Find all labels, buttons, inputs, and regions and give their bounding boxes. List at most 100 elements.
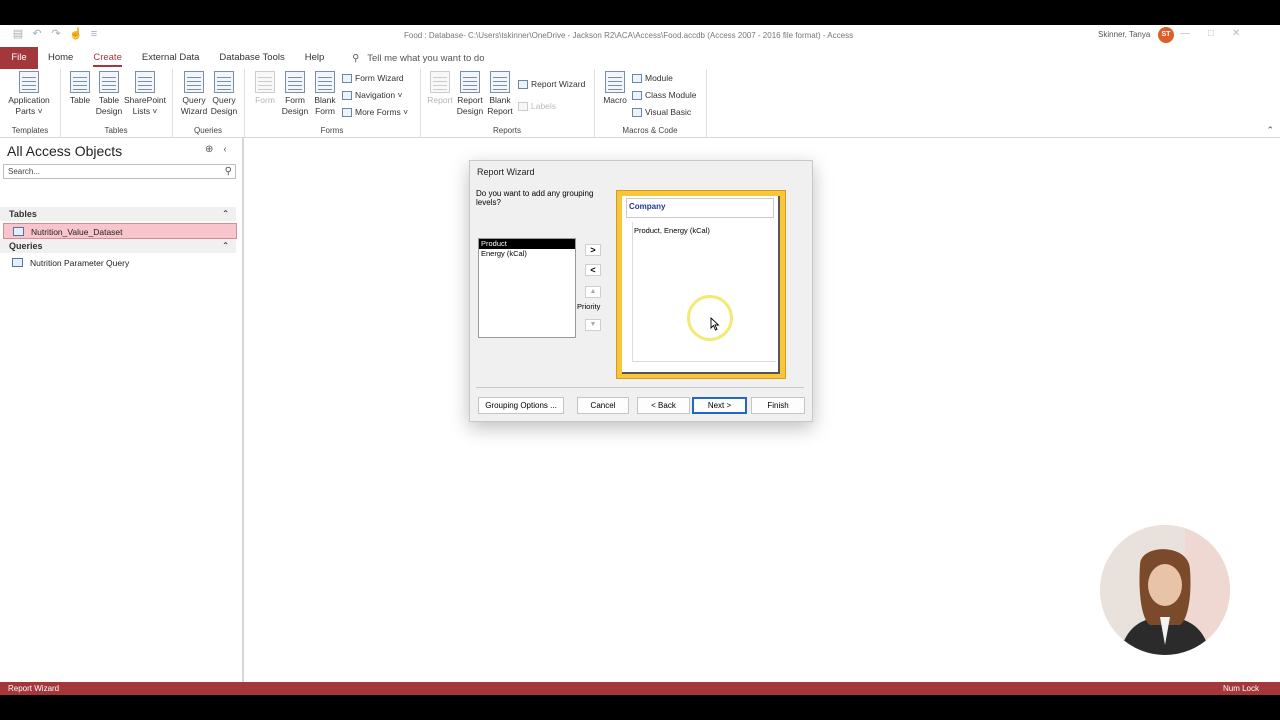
table-design-button[interactable]: Table Design xyxy=(92,71,126,117)
form-button[interactable]: Form xyxy=(248,71,282,106)
group-tables: Table Table Design SharePoint Lists ˅ Ta… xyxy=(60,69,173,137)
priority-label: Priority xyxy=(577,302,601,311)
nav-item-nutrition-parameter-query[interactable]: Nutrition Parameter Query xyxy=(3,255,237,271)
num-lock-indicator: Num Lock xyxy=(1222,684,1259,693)
query-design-icon xyxy=(214,71,234,93)
priority-down-button[interactable]: ▼ xyxy=(585,319,601,331)
nav-item-nutrition-value-dataset[interactable]: Nutrition_Value_Dataset xyxy=(3,223,237,239)
report-design-icon xyxy=(460,71,480,93)
search-icon[interactable]: ⚲ xyxy=(225,165,232,178)
finish-button[interactable]: Finish xyxy=(751,397,805,414)
navigation-button[interactable]: Navigation ˅ xyxy=(342,90,403,100)
report-button[interactable]: Report xyxy=(423,71,457,106)
mouse-pointer-icon xyxy=(710,317,720,331)
cancel-button[interactable]: Cancel xyxy=(577,397,629,414)
list-item[interactable]: Product xyxy=(479,239,575,249)
webcam-overlay xyxy=(1100,525,1230,655)
tab-external-data[interactable]: External Data xyxy=(132,47,210,69)
navigation-icon xyxy=(342,90,352,100)
report-design-button[interactable]: Report Design xyxy=(453,71,487,117)
report-wizard-icon xyxy=(518,79,528,89)
sharepoint-lists-icon xyxy=(135,71,155,93)
table-icon xyxy=(13,227,24,236)
available-fields-list[interactable]: Product Energy (kCal) xyxy=(478,238,576,338)
user-name[interactable]: Skinner, Tanya xyxy=(1098,30,1150,39)
navigation-pane: All Access Objects ⊕ ‹ Search... ⚲ Table… xyxy=(0,138,244,695)
presenter-video-image xyxy=(1100,525,1230,655)
group-queries: Query Wizard Query Design Queries xyxy=(172,69,245,137)
labels-icon xyxy=(518,101,528,111)
query-icon xyxy=(12,258,23,267)
tab-database-tools[interactable]: Database Tools xyxy=(209,47,294,69)
nav-section-tables[interactable]: Tables ⌃ xyxy=(0,207,236,221)
application-parts-button[interactable]: Application Parts ˅ xyxy=(7,71,51,117)
tab-home[interactable]: Home xyxy=(38,47,83,69)
grouping-question: Do you want to add any grouping levels? xyxy=(476,189,594,207)
status-text: Report Wizard xyxy=(8,684,60,693)
tab-file[interactable]: File xyxy=(0,47,38,69)
report-wizard-button[interactable]: Report Wizard xyxy=(518,79,585,89)
maximize-icon[interactable]: □ xyxy=(1208,28,1214,39)
form-wizard-icon xyxy=(342,73,352,83)
back-button[interactable]: < Back xyxy=(637,397,690,414)
tell-me-box[interactable]: ⚲ Tell me what you want to do xyxy=(352,53,484,64)
form-design-button[interactable]: Form Design xyxy=(278,71,312,117)
more-forms-button[interactable]: More Forms ˅ xyxy=(342,107,408,117)
touch-mode-icon[interactable]: ☝ xyxy=(69,28,83,40)
form-wizard-button[interactable]: Form Wizard xyxy=(342,73,404,83)
module-button[interactable]: Module xyxy=(632,73,673,83)
nav-section-queries[interactable]: Queries ⌃ xyxy=(0,239,236,253)
save-icon[interactable]: ▤ xyxy=(12,28,24,40)
group-templates: Application Parts ˅ Templates xyxy=(0,69,61,137)
form-design-icon xyxy=(285,71,305,93)
user-avatar[interactable]: ST xyxy=(1158,27,1174,43)
lightbulb-search-icon: ⚲ xyxy=(352,52,360,64)
redo-icon[interactable]: ↷ xyxy=(50,28,62,40)
nav-search-input[interactable]: Search... ⚲ xyxy=(3,164,236,179)
nav-pane-title[interactable]: All Access Objects xyxy=(7,143,122,159)
list-item[interactable]: Energy (kCal) xyxy=(479,249,575,259)
blank-report-icon xyxy=(490,71,510,93)
module-icon xyxy=(632,73,642,83)
query-design-button[interactable]: Query Design xyxy=(207,71,241,117)
group-label-reports: Reports xyxy=(492,126,521,135)
undo-icon[interactable]: ↶ xyxy=(31,28,43,40)
minimize-icon[interactable]: — xyxy=(1180,28,1190,39)
report-wizard-dialog: Report Wizard Do you want to add any gro… xyxy=(469,160,813,422)
next-button[interactable]: Next > xyxy=(692,397,747,414)
visual-basic-icon xyxy=(632,107,642,117)
form-icon xyxy=(255,71,275,93)
blank-report-button[interactable]: Blank Report xyxy=(483,71,517,117)
add-grouping-button[interactable]: > xyxy=(585,244,601,256)
quick-access-toolbar: ▤ ↶ ↷ ☝ ≡ xyxy=(12,28,100,40)
report-icon xyxy=(430,71,450,93)
class-module-button[interactable]: Class Module xyxy=(632,90,697,100)
collapse-chevron-icon: ⌃ xyxy=(222,209,229,218)
preview-group-header: Company xyxy=(626,198,774,218)
tab-help[interactable]: Help xyxy=(295,47,335,69)
collapse-ribbon-icon[interactable]: ⌃ xyxy=(1266,125,1274,136)
group-label-tables: Tables xyxy=(104,126,128,135)
group-label-forms: Forms xyxy=(320,126,344,135)
tab-create[interactable]: Create xyxy=(83,47,132,69)
group-label-queries: Queries xyxy=(193,126,222,135)
query-wizard-button[interactable]: Query Wizard xyxy=(177,71,211,117)
blank-form-button[interactable]: Blank Form xyxy=(308,71,342,117)
class-module-icon xyxy=(632,90,642,100)
remove-grouping-button[interactable]: < xyxy=(585,264,601,276)
macro-button[interactable]: Macro xyxy=(598,71,632,106)
customize-qat-icon[interactable]: ≡ xyxy=(88,28,100,40)
grouping-options-button[interactable]: Grouping Options ... xyxy=(478,397,564,414)
visual-basic-button[interactable]: Visual Basic xyxy=(632,107,691,117)
priority-up-button[interactable]: ▲ xyxy=(585,286,601,298)
dialog-title: Report Wizard xyxy=(477,167,535,177)
close-icon[interactable]: ✕ xyxy=(1232,28,1240,39)
blank-form-icon xyxy=(315,71,335,93)
ribbon: Application Parts ˅ Templates Table Tabl… xyxy=(0,69,1280,138)
preview-detail: Product, Energy (kCal) xyxy=(632,222,776,362)
nav-menu-chevron-icon[interactable]: ⊕ xyxy=(205,144,213,155)
labels-button[interactable]: Labels xyxy=(518,101,556,111)
sharepoint-lists-button[interactable]: SharePoint Lists ˅ xyxy=(123,71,167,117)
macro-icon xyxy=(605,71,625,93)
shutter-bar-close-icon[interactable]: ‹ xyxy=(223,144,226,155)
